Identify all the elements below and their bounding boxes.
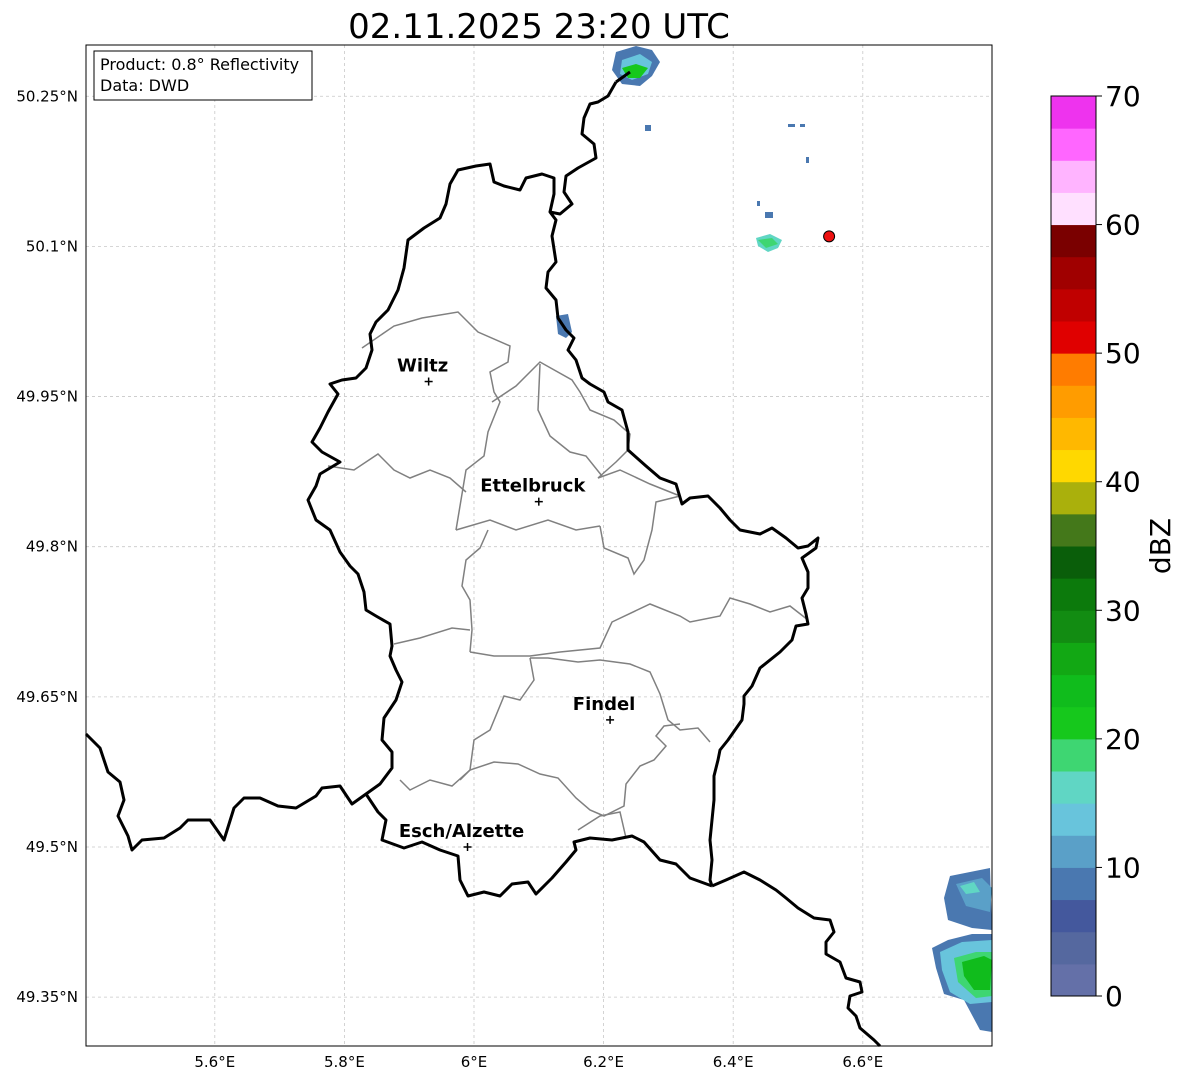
longitude-tick-labels: 5.6°E 5.8°E 6°E 6.2°E 6.4°E 6.6°E bbox=[194, 1053, 883, 1071]
colorbar-tick-label: 60 bbox=[1105, 209, 1141, 242]
lat-tick-label: 49.35°N bbox=[16, 988, 78, 1006]
colorbar-tick-label: 40 bbox=[1105, 466, 1141, 499]
colorbar-cell bbox=[1051, 578, 1096, 611]
colorbar-cell bbox=[1051, 96, 1096, 129]
colorbar-cell bbox=[1051, 610, 1096, 643]
colorbar-tick-label: 30 bbox=[1105, 594, 1141, 627]
lon-tick-label: 5.6°E bbox=[194, 1053, 235, 1071]
colorbar-cell bbox=[1051, 160, 1096, 193]
lat-tick-label: 50.25°N bbox=[16, 87, 78, 105]
colorbar-cell bbox=[1051, 321, 1096, 354]
colorbar-cell bbox=[1051, 931, 1096, 965]
info-box: Product: 0.8° Reflectivity Data: DWD bbox=[93, 50, 313, 101]
colorbar-cell bbox=[1051, 963, 1096, 997]
city-label: Esch/Alzette bbox=[399, 821, 524, 842]
lat-tick-label: 49.65°N bbox=[16, 688, 78, 706]
colorbar-cell bbox=[1051, 385, 1096, 418]
lon-tick-label: 6°E bbox=[461, 1053, 488, 1071]
lon-tick-label: 6.2°E bbox=[583, 1053, 624, 1071]
echo-speck bbox=[765, 212, 773, 218]
colorbar-cell bbox=[1051, 449, 1096, 483]
colorbar-tick-label: 50 bbox=[1105, 337, 1141, 370]
colorbar-cell bbox=[1051, 642, 1096, 676]
city-label: Wiltz bbox=[397, 356, 448, 377]
colorbar-tick-labels: 0 10 20 30 40 50 60 70 bbox=[1096, 80, 1141, 1013]
lon-tick-label: 5.8°E bbox=[324, 1053, 365, 1071]
city-label: Ettelbruck bbox=[480, 476, 586, 497]
colorbar-cell bbox=[1051, 803, 1096, 836]
colorbar-cell bbox=[1051, 513, 1096, 547]
colorbar-cell bbox=[1051, 128, 1096, 161]
info-product-text: Product: 0.8° Reflectivity bbox=[100, 55, 299, 74]
colorbar-cell bbox=[1051, 256, 1096, 290]
lat-tick-label: 49.95°N bbox=[16, 388, 78, 406]
colorbar-label: dBZ bbox=[1144, 518, 1177, 574]
colorbar-cells bbox=[1051, 96, 1096, 997]
colorbar-cell bbox=[1051, 899, 1096, 933]
colorbar-cell bbox=[1051, 674, 1096, 708]
colorbar-tick-label: 10 bbox=[1105, 851, 1141, 884]
map-title: 02.11.2025 23:20 UTC bbox=[348, 7, 730, 47]
colorbar-cell bbox=[1051, 835, 1096, 868]
colorbar-tick-label: 70 bbox=[1105, 80, 1141, 113]
colorbar-cell bbox=[1051, 288, 1096, 322]
echo-speck bbox=[800, 124, 805, 127]
colorbar-tick-label: 0 bbox=[1105, 980, 1123, 1013]
lat-tick-label: 49.5°N bbox=[26, 838, 78, 856]
colorbar-cell bbox=[1051, 192, 1096, 226]
radar-site-marker bbox=[823, 230, 836, 243]
lat-tick-label: 50.1°N bbox=[26, 237, 78, 255]
info-source-text: Data: DWD bbox=[100, 76, 189, 95]
colorbar-cell bbox=[1051, 481, 1096, 515]
lon-tick-label: 6.4°E bbox=[713, 1053, 754, 1071]
radar-map-figure: 02.11.2025 23:20 UTC WiltzEttelbruckFind… bbox=[16, 7, 1177, 1071]
colorbar-tick-label: 20 bbox=[1105, 723, 1141, 756]
colorbar-cell bbox=[1051, 546, 1096, 579]
colorbar: 0 10 20 30 40 50 60 70 dBZ bbox=[1050, 80, 1177, 1013]
latitude-tick-labels: 50.25°N 50.1°N 49.95°N 49.8°N 49.65°N 49.5°N 4… bbox=[16, 87, 78, 1006]
colorbar-cell bbox=[1051, 353, 1096, 386]
echo-speck bbox=[806, 157, 809, 163]
colorbar-cell bbox=[1051, 417, 1096, 451]
colorbar-cell bbox=[1051, 738, 1096, 772]
echo-speck bbox=[645, 125, 651, 131]
city-label: Findel bbox=[573, 694, 636, 715]
echo-speck bbox=[788, 124, 795, 127]
colorbar-cell bbox=[1051, 771, 1096, 804]
lat-tick-label: 49.8°N bbox=[26, 538, 78, 556]
echo-speck bbox=[757, 201, 760, 206]
colorbar-cell bbox=[1051, 706, 1096, 740]
lon-tick-label: 6.6°E bbox=[842, 1053, 883, 1071]
colorbar-cell bbox=[1051, 224, 1096, 258]
map-panel: Wiltz Ettelbruck Findel Esch/Alzette Produc… bbox=[84, 44, 993, 1048]
colorbar-cell bbox=[1051, 867, 1096, 901]
